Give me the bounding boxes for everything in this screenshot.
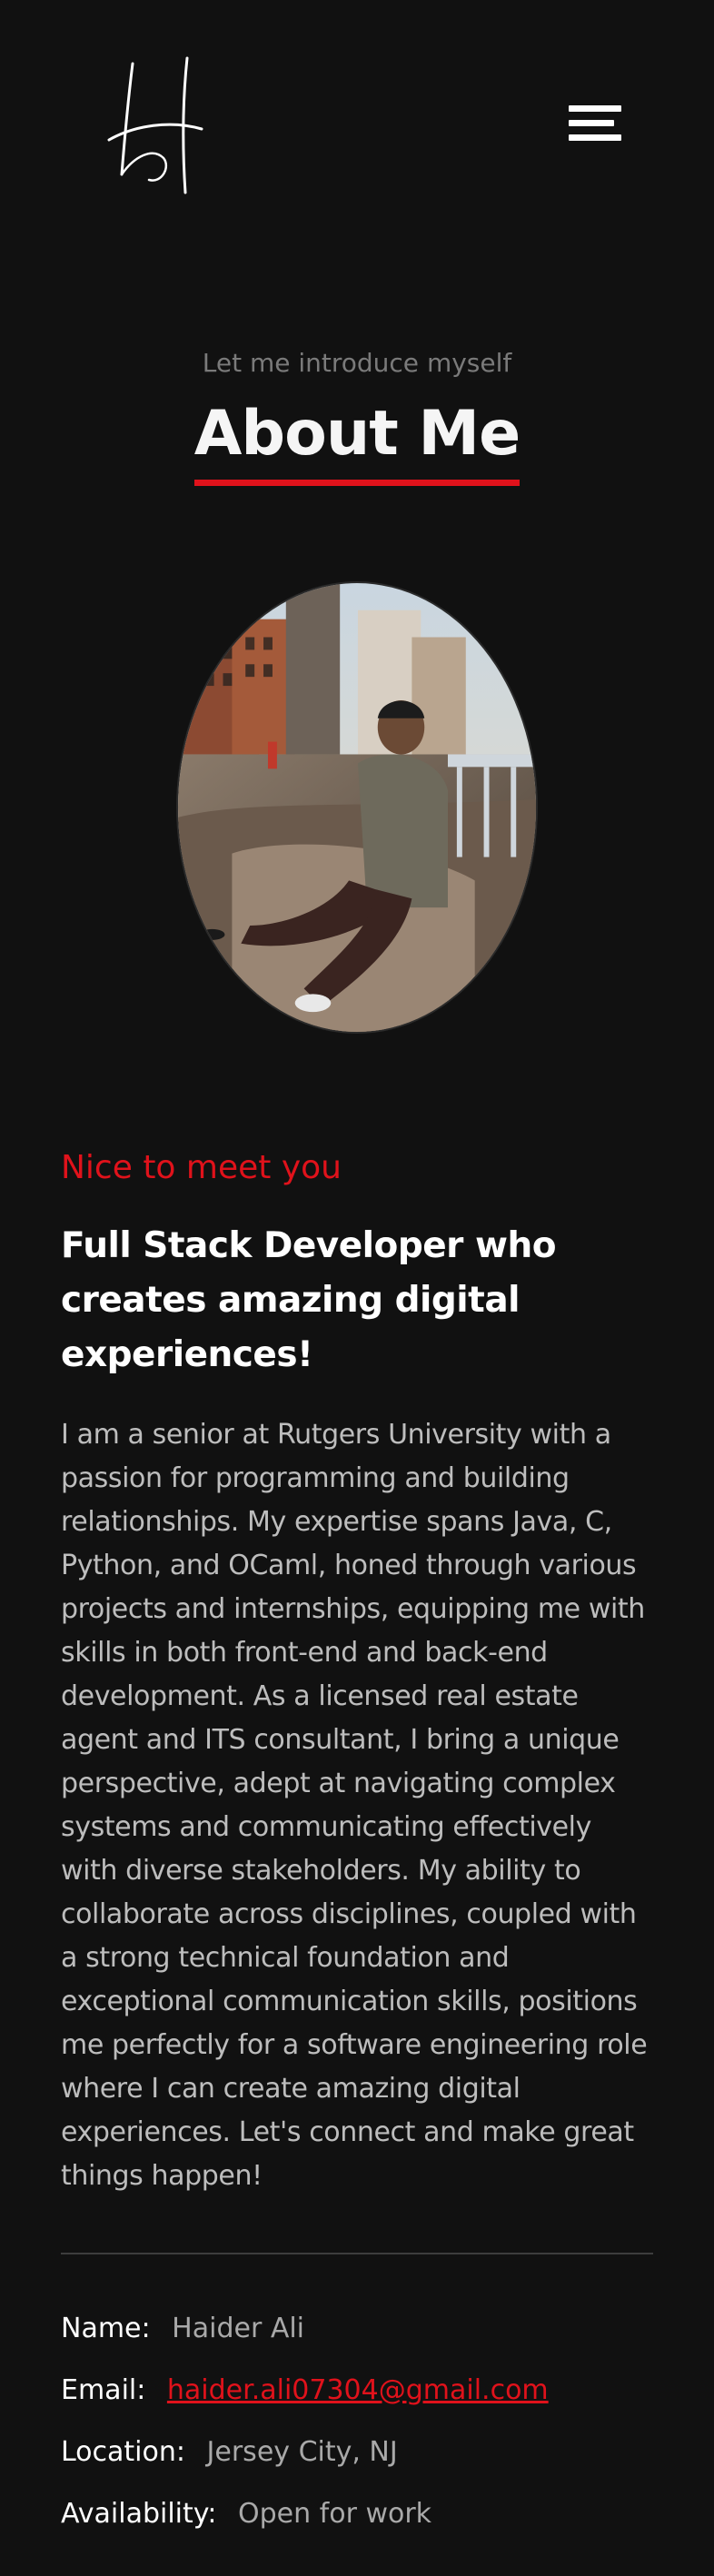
hamburger-menu-icon[interactable] [563, 102, 629, 145]
profile-photo [176, 581, 538, 1034]
info-row-email: Email: haider.ali07304@gmail.com [61, 2369, 653, 2431]
info-row-location: Location: Jersey City, NJ [61, 2431, 653, 2492]
info-row-availability: Availability: Open for work [61, 2492, 653, 2554]
bio-paragraph: I am a senior at Rutgers University with… [61, 1419, 648, 2192]
name-label: Name: [61, 2313, 151, 2344]
headline: Full Stack Developer who creates amazing… [61, 1225, 557, 1375]
greeting-text: Nice to meet you [61, 1149, 342, 1186]
email-label: Email: [61, 2374, 146, 2406]
site-header [0, 0, 714, 245]
availability-label: Availability: [61, 2498, 217, 2530]
contact-info: Name: Haider Ali Email: haider.ali07304@… [61, 2307, 653, 2554]
name-value: Haider Ali [172, 2313, 305, 2344]
divider [61, 2253, 653, 2254]
info-row-name: Name: Haider Ali [61, 2307, 653, 2369]
location-label: Location: [61, 2436, 185, 2468]
about-content: Nice to meet you Full Stack Developer wh… [61, 1144, 653, 2198]
email-link[interactable]: haider.ali07304@gmail.com [167, 2374, 549, 2406]
location-value: Jersey City, NJ [206, 2436, 398, 2468]
logo-icon[interactable] [107, 56, 207, 202]
page-title: About Me [193, 398, 521, 486]
section-kicker: Let me introduce myself [202, 348, 512, 378]
availability-value: Open for work [238, 2498, 432, 2530]
section-header: Let me introduce myself About Me [0, 345, 714, 486]
